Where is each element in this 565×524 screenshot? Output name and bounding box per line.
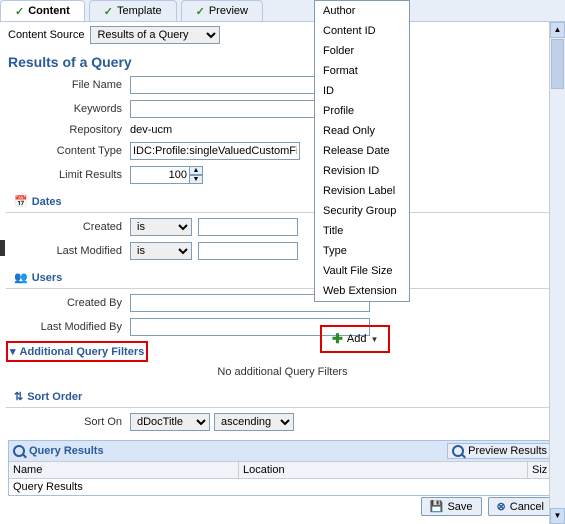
- tab-preview-label: Preview: [209, 5, 248, 17]
- modified-value[interactable]: [198, 242, 298, 260]
- check-icon: ✓: [196, 5, 205, 18]
- section-title: Results of a Query: [0, 48, 565, 73]
- check-icon: ✓: [15, 5, 24, 18]
- dropdown-item[interactable]: Content ID: [315, 21, 409, 41]
- users-icon: 👥: [14, 271, 28, 284]
- content-type-input[interactable]: [130, 142, 300, 160]
- created-value[interactable]: [198, 218, 298, 236]
- modified-by-label: Last Modified By: [8, 321, 130, 333]
- repository-label: Repository: [8, 124, 130, 136]
- scroll-up[interactable]: ▲: [550, 22, 565, 38]
- add-filter-button[interactable]: ✚ Add▼: [320, 325, 390, 353]
- spin-up[interactable]: ▲: [189, 166, 203, 175]
- col-location[interactable]: Location: [239, 462, 528, 478]
- save-label: Save: [447, 501, 472, 513]
- preview-results-button[interactable]: Preview Results: [447, 443, 552, 459]
- dropdown-item[interactable]: ID: [315, 81, 409, 101]
- dates-header: 📅Dates: [6, 191, 559, 213]
- calendar-icon: 📅: [14, 195, 28, 208]
- tab-template-label: Template: [117, 5, 162, 17]
- created-by-label: Created By: [8, 297, 130, 309]
- cancel-label: Cancel: [510, 501, 544, 513]
- results-body: Query Results: [9, 479, 556, 495]
- funnel-icon: ▾: [10, 345, 16, 358]
- tab-content-label: Content: [28, 5, 70, 17]
- modified-label: Last Modified: [8, 245, 130, 257]
- left-collapse-handle[interactable]: [0, 240, 5, 256]
- disk-icon: 💾: [430, 500, 444, 513]
- no-filters-text: No additional Query Filters: [0, 362, 565, 382]
- content-type-label: Content Type: [8, 145, 130, 157]
- dropdown-item[interactable]: Title: [315, 221, 409, 241]
- sort-header: ⇅Sort Order: [6, 386, 559, 408]
- keywords-label: Keywords: [8, 103, 130, 115]
- save-button[interactable]: 💾Save: [421, 497, 482, 516]
- plus-icon: ✚: [332, 331, 343, 347]
- check-icon: ✓: [104, 5, 113, 18]
- dropdown-item[interactable]: Release Date: [315, 141, 409, 161]
- search-icon: [452, 445, 464, 457]
- filters-header: Additional Query Filters: [20, 346, 145, 358]
- dropdown-item[interactable]: Revision Label: [315, 181, 409, 201]
- limit-results-input[interactable]: [130, 166, 190, 184]
- created-op[interactable]: is: [130, 218, 192, 236]
- chevron-down-icon: ▼: [370, 335, 378, 344]
- sort-on-label: Sort On: [8, 416, 130, 428]
- col-name[interactable]: Name: [9, 462, 239, 478]
- tab-bar: ✓ Content ✓ Template ✓ Preview: [0, 0, 565, 22]
- filters-header-highlight: ▾ Additional Query Filters: [6, 341, 148, 362]
- sort-field-select[interactable]: dDocTitle: [130, 413, 210, 431]
- search-icon: [13, 445, 25, 457]
- cancel-button[interactable]: ⊗ Cancel: [488, 497, 553, 516]
- dropdown-item[interactable]: Read Only: [315, 121, 409, 141]
- tab-content[interactable]: ✓ Content: [0, 0, 85, 21]
- scroll-thumb[interactable]: [551, 39, 564, 89]
- dropdown-item[interactable]: Type: [315, 241, 409, 261]
- created-label: Created: [8, 221, 130, 233]
- dropdown-item[interactable]: Folder: [315, 41, 409, 61]
- query-results-panel: Query Results Preview Results Name Locat…: [8, 440, 557, 496]
- content-source-label: Content Source: [8, 29, 84, 41]
- modified-op[interactable]: is: [130, 242, 192, 260]
- dropdown-item[interactable]: Revision ID: [315, 161, 409, 181]
- add-label: Add: [347, 333, 367, 345]
- dropdown-item[interactable]: Profile: [315, 101, 409, 121]
- spin-down[interactable]: ▼: [189, 175, 203, 184]
- results-header: Query Results: [29, 445, 104, 457]
- add-filter-dropdown: AuthorContent IDFolderFormatIDProfileRea…: [314, 0, 410, 302]
- dropdown-item[interactable]: Author: [315, 1, 409, 21]
- scroll-down[interactable]: ▼: [550, 508, 565, 524]
- sort-dir-select[interactable]: ascending: [214, 413, 294, 431]
- sort-icon: ⇅: [14, 390, 23, 403]
- content-source-select[interactable]: Results of a Query: [90, 26, 220, 44]
- dropdown-item[interactable]: Vault File Size: [315, 261, 409, 281]
- repository-value: dev-ucm: [130, 124, 172, 136]
- cancel-icon: ⊗: [497, 500, 506, 513]
- preview-results-label: Preview Results: [468, 445, 547, 457]
- file-name-label: File Name: [8, 79, 130, 91]
- users-header: 👥Users: [6, 267, 559, 289]
- tab-template[interactable]: ✓ Template: [89, 0, 177, 21]
- tab-preview[interactable]: ✓ Preview: [181, 0, 263, 21]
- limit-results-label: Limit Results: [8, 169, 130, 181]
- dropdown-item[interactable]: Format: [315, 61, 409, 81]
- vertical-scrollbar[interactable]: ▲ ▼: [549, 22, 565, 524]
- dropdown-item[interactable]: Web Extension: [315, 281, 409, 301]
- dropdown-item[interactable]: Security Group: [315, 201, 409, 221]
